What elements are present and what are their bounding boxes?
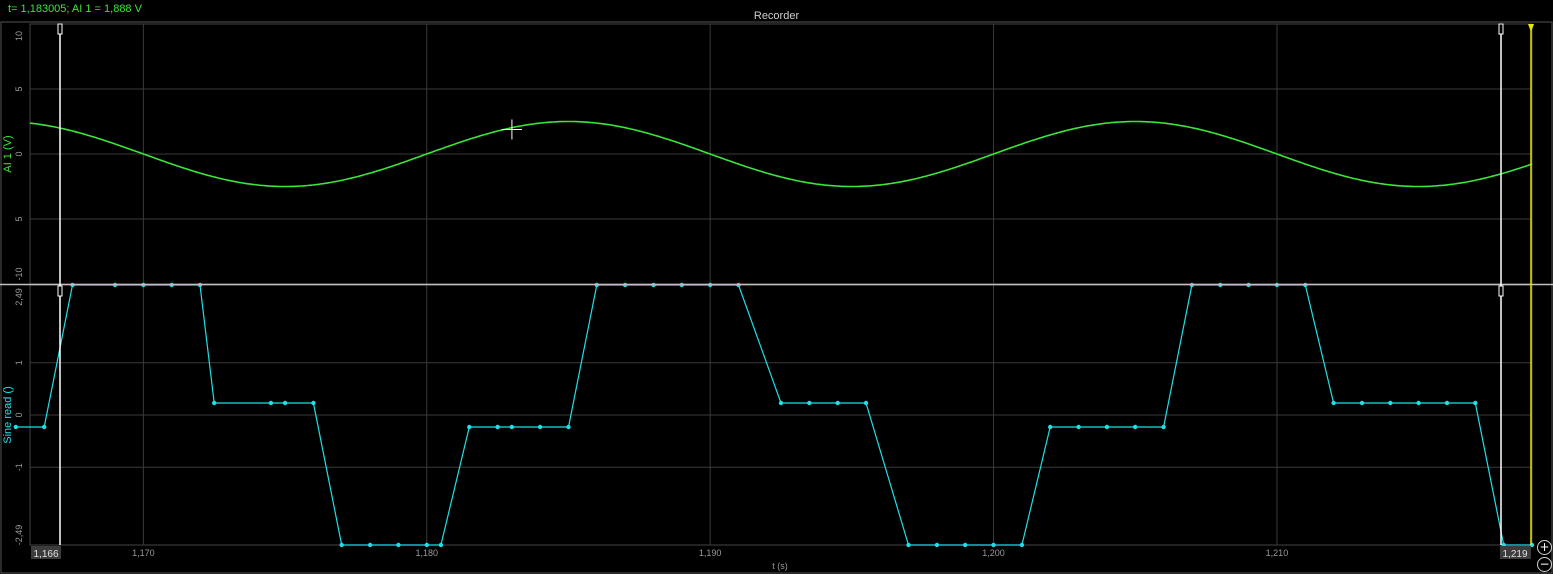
y-tick-label: 2,49: [14, 288, 24, 306]
sine-read-point: [424, 542, 429, 548]
sine-read-point: [367, 542, 373, 548]
zoom-in-icon[interactable]: +: [1537, 540, 1552, 555]
sine-read-point: [537, 424, 543, 430]
sine-read-point: [509, 424, 514, 430]
sine-read-point: [1444, 400, 1450, 406]
sine-read-point: [495, 424, 500, 430]
sine-read-point: [1388, 400, 1393, 406]
sine-read-point: [282, 400, 288, 406]
sine-read-point: [906, 542, 911, 548]
x-axis-label: t (s): [772, 561, 788, 571]
sine-read-point: [835, 400, 840, 406]
y-tick-label: -2,49: [14, 525, 24, 546]
x-end-label: 1,219: [1502, 549, 1527, 560]
y-tick-label: 0: [14, 151, 24, 156]
y-tick-label: 5: [14, 86, 24, 91]
recorder-chart[interactable]: 10505-10AI 1 (V)2,4910-1-2,49Sine read (…: [0, 0, 1553, 574]
sine-read-point: [1048, 424, 1053, 430]
cursor-handle: [57, 285, 63, 297]
sine-read-point: [863, 400, 869, 406]
x-start-label: 1,166: [33, 549, 58, 560]
x-tick-label: 1,190: [699, 548, 722, 558]
sine-read-point: [212, 400, 217, 406]
zoom-out-icon[interactable]: −: [1537, 557, 1552, 572]
y-tick-label: 5: [14, 216, 24, 221]
sine-read-point: [1076, 424, 1081, 430]
y-tick-label: 1: [14, 360, 24, 365]
x-tick-label: 1,200: [982, 548, 1005, 558]
sine-read-point: [1161, 424, 1166, 430]
cursor-handle: [1498, 23, 1504, 35]
y-tick-label: 0: [14, 412, 24, 417]
sine-read-point: [807, 400, 812, 406]
x-tick-label: 1,180: [415, 548, 438, 558]
sine-read-point: [1359, 400, 1365, 406]
y-axis-label: Sine read (): [2, 386, 14, 443]
sine-read-point: [934, 542, 940, 548]
sine-read-point: [339, 542, 344, 548]
sine-read-point: [1019, 542, 1025, 548]
sine-read-point: [467, 424, 472, 430]
y-tick-label: -10: [14, 267, 24, 280]
sine-read-point: [1331, 400, 1336, 406]
cursor-handle: [57, 23, 63, 35]
sine-read-point: [13, 424, 18, 430]
x-tick-label: 1,170: [132, 548, 155, 558]
sine-read-point: [1104, 424, 1110, 430]
sine-read-point: [778, 400, 784, 406]
sine-read-point: [438, 542, 444, 548]
sine-read-point: [42, 424, 47, 430]
sine-read-point: [1473, 400, 1478, 406]
sine-read-point: [963, 542, 968, 548]
sine-read-point: [311, 400, 316, 406]
sine-read-point: [566, 424, 571, 430]
end-marker-icon: [1528, 24, 1534, 32]
sine-read-point: [1416, 400, 1421, 406]
sine-read-point: [1133, 424, 1138, 430]
cursor-handle: [1498, 285, 1504, 297]
sine-read-point: [991, 542, 996, 548]
chart-frame: [0, 21, 1553, 574]
y-tick-label: -1: [14, 463, 24, 471]
x-tick-label: 1,210: [1266, 548, 1289, 558]
y-axis-label: AI 1 (V): [2, 135, 14, 172]
sine-read-point: [268, 400, 274, 406]
y-tick-label: 10: [14, 31, 24, 41]
sine-read-point: [396, 542, 401, 548]
